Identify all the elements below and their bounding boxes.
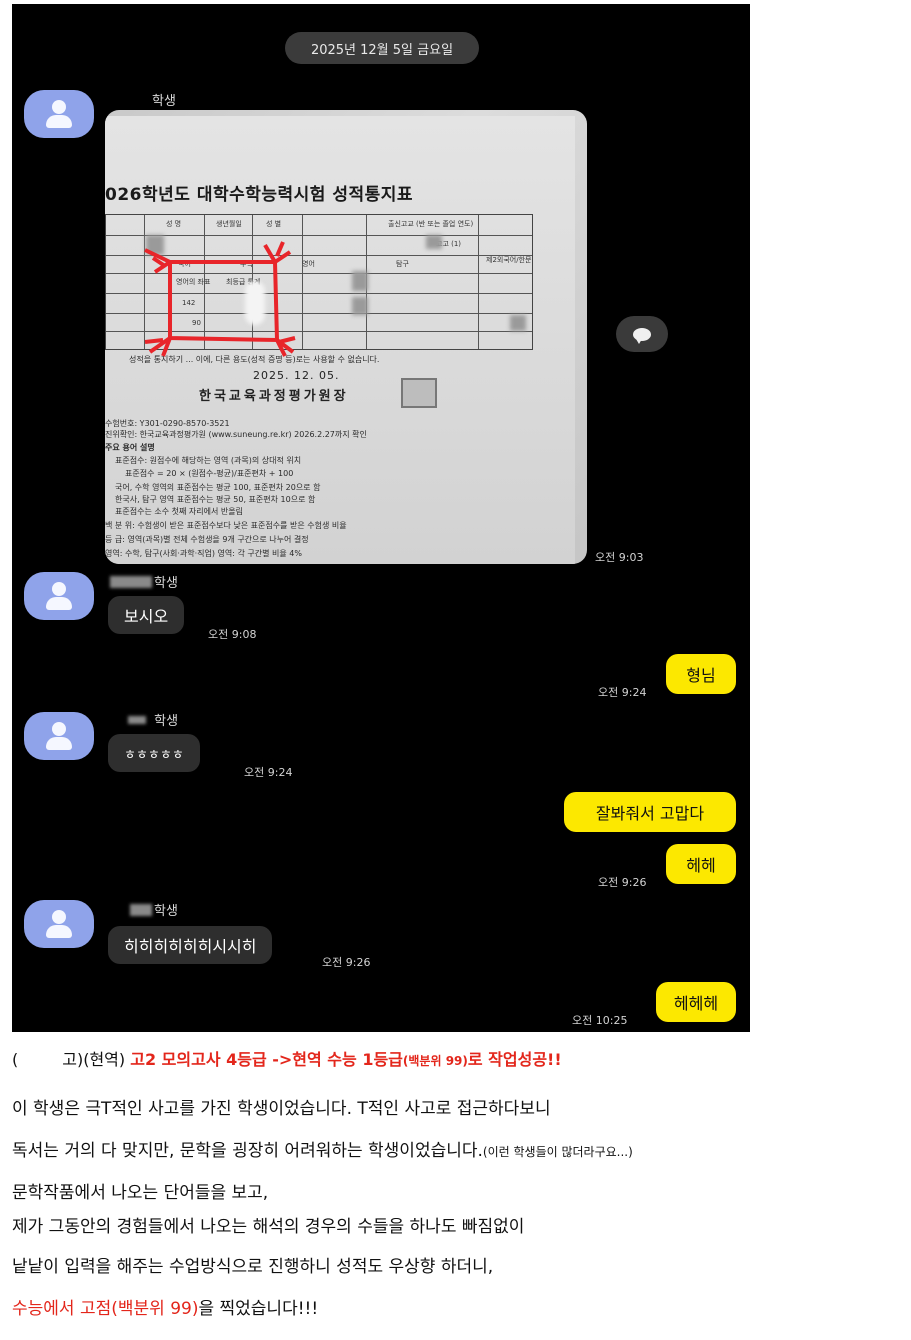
chat-screenshot: 2025년 12월 5일 금요일 학생 026학년도 대학수학능력시험 성적통지… — [12, 4, 750, 1032]
outgoing-message[interactable]: 헤헤 — [666, 844, 736, 884]
table-cell: 탐구 — [396, 260, 409, 268]
footnote-line: 국어, 수학 영역의 표준점수는 평균 100, 표준편차 20으로 함 — [115, 483, 321, 492]
table-header: 출신고교 (반 또는 졸업 연도) — [388, 220, 474, 228]
profile-avatar-icon[interactable] — [24, 900, 94, 948]
red-marker-annotation — [144, 241, 296, 357]
message-time: 오전 9:26 — [598, 876, 647, 889]
profile-avatar-icon[interactable] — [24, 90, 94, 138]
report-title: 026학년도 대학수학능력시험 성적통지표 — [105, 185, 414, 205]
outgoing-message[interactable]: 형님 — [666, 654, 736, 694]
footnote-line: 표준점수는 소수 첫째 자리에서 반올림 — [115, 507, 243, 516]
caption-line-6: 낱낱이 입력을 해주는 수업방식으로 진행하니 성적도 우상향 하더니, — [12, 1257, 494, 1277]
outgoing-message[interactable]: 헤헤헤 — [656, 982, 736, 1022]
share-button[interactable] — [616, 316, 668, 352]
report-issuer: 한국교육과정평가원장 — [199, 389, 349, 404]
message-time: 오전 9:24 — [598, 686, 647, 699]
incoming-message[interactable]: 히히히히히히시시히 — [108, 926, 273, 964]
date-divider: 2025년 12월 5일 금요일 — [285, 32, 479, 64]
speech-bubble-icon — [633, 327, 651, 344]
message-time: 오전 9:03 — [595, 551, 644, 564]
footnote-line: 표준점수 = 20 × (원점수-평균)/표준편차 + 100 — [125, 469, 294, 478]
caption-line-7: 수능에서 고점(백분위 99)을 찍었습니다!!! — [12, 1299, 319, 1319]
official-seal — [401, 378, 437, 408]
caption-line-5: 제가 그동안의 경험들에서 나오는 해석의 경우의 수들을 하나도 빠짐없이 — [12, 1217, 525, 1237]
sender-name: 학생 — [128, 710, 178, 729]
footnote-line: 영역: 수학, 탐구(사회·과학·직업) 영역: 각 구간별 비율 4% — [105, 549, 302, 558]
caption-line-4: 문학작품에서 나오는 단어들을 보고, — [12, 1183, 269, 1203]
footnote-line: 진위확인: 한국교육과정평가원 (www.suneung.re.kr) 2026… — [105, 430, 367, 439]
footnote-line: 한국사, 탐구 영역 표준점수는 평균 50, 표준편차 10으로 함 — [115, 495, 316, 504]
caption-line-2: 이 학생은 극T적인 사고를 가진 학생이었습니다. T적인 사고로 접근하다보… — [12, 1099, 551, 1119]
profile-avatar-icon[interactable] — [24, 572, 94, 620]
incoming-message[interactable]: 보시오 — [108, 596, 185, 634]
report-date: 2025. 12. 05. — [253, 369, 340, 382]
footnote-line: 주요 용어 설명 — [105, 443, 155, 452]
table-header: 성 명 — [166, 220, 182, 228]
message-time: 오전 9:24 — [244, 766, 293, 779]
message-time: 오전 10:25 — [572, 1014, 628, 1027]
table-cell: 제2외국어/한문 — [486, 256, 532, 264]
profile-avatar-icon[interactable] — [24, 712, 94, 760]
message-time: 오전 9:26 — [322, 956, 371, 969]
table-header: 성 별 — [266, 220, 282, 228]
sender-name: 학생 — [130, 900, 178, 919]
message-time: 오전 9:08 — [208, 628, 257, 641]
caption-line-3: 독서는 거의 다 맞지만, 문학을 굉장히 어려워하는 학생이었습니다.(이런 … — [12, 1141, 633, 1161]
incoming-message[interactable]: ㅎㅎㅎㅎㅎ — [108, 734, 200, 772]
sender-name: 학생 — [110, 572, 178, 591]
footnote-line: 표준점수: 원점수에 해당하는 영역 (과목)의 상대적 위치 — [115, 456, 302, 465]
sender-name: 학생 — [152, 94, 176, 109]
footnote-line: 등 급: 영역(과목)별 전체 수험생을 9개 구간으로 나누어 결정 — [105, 535, 309, 544]
footnote-line: 백 분 위: 수험생이 받은 표준점수보다 낮은 표준점수를 받은 수험생 비율 — [105, 521, 347, 530]
footnote-line: 수험번호: Y301-0290-8570-3521 — [105, 419, 230, 428]
caption-line-1: (고)(현역) 고2 모의고사 4등급 ->현역 수능 1등급(백분위 99)로… — [12, 1050, 562, 1069]
score-report-photo[interactable]: 026학년도 대학수학능력시험 성적통지표 성 명 생년월일 성 별 출신고교 … — [105, 110, 587, 564]
table-header: 생년월일 — [216, 220, 242, 228]
outgoing-message[interactable]: 잘봐줘서 고맙다 — [564, 792, 736, 832]
